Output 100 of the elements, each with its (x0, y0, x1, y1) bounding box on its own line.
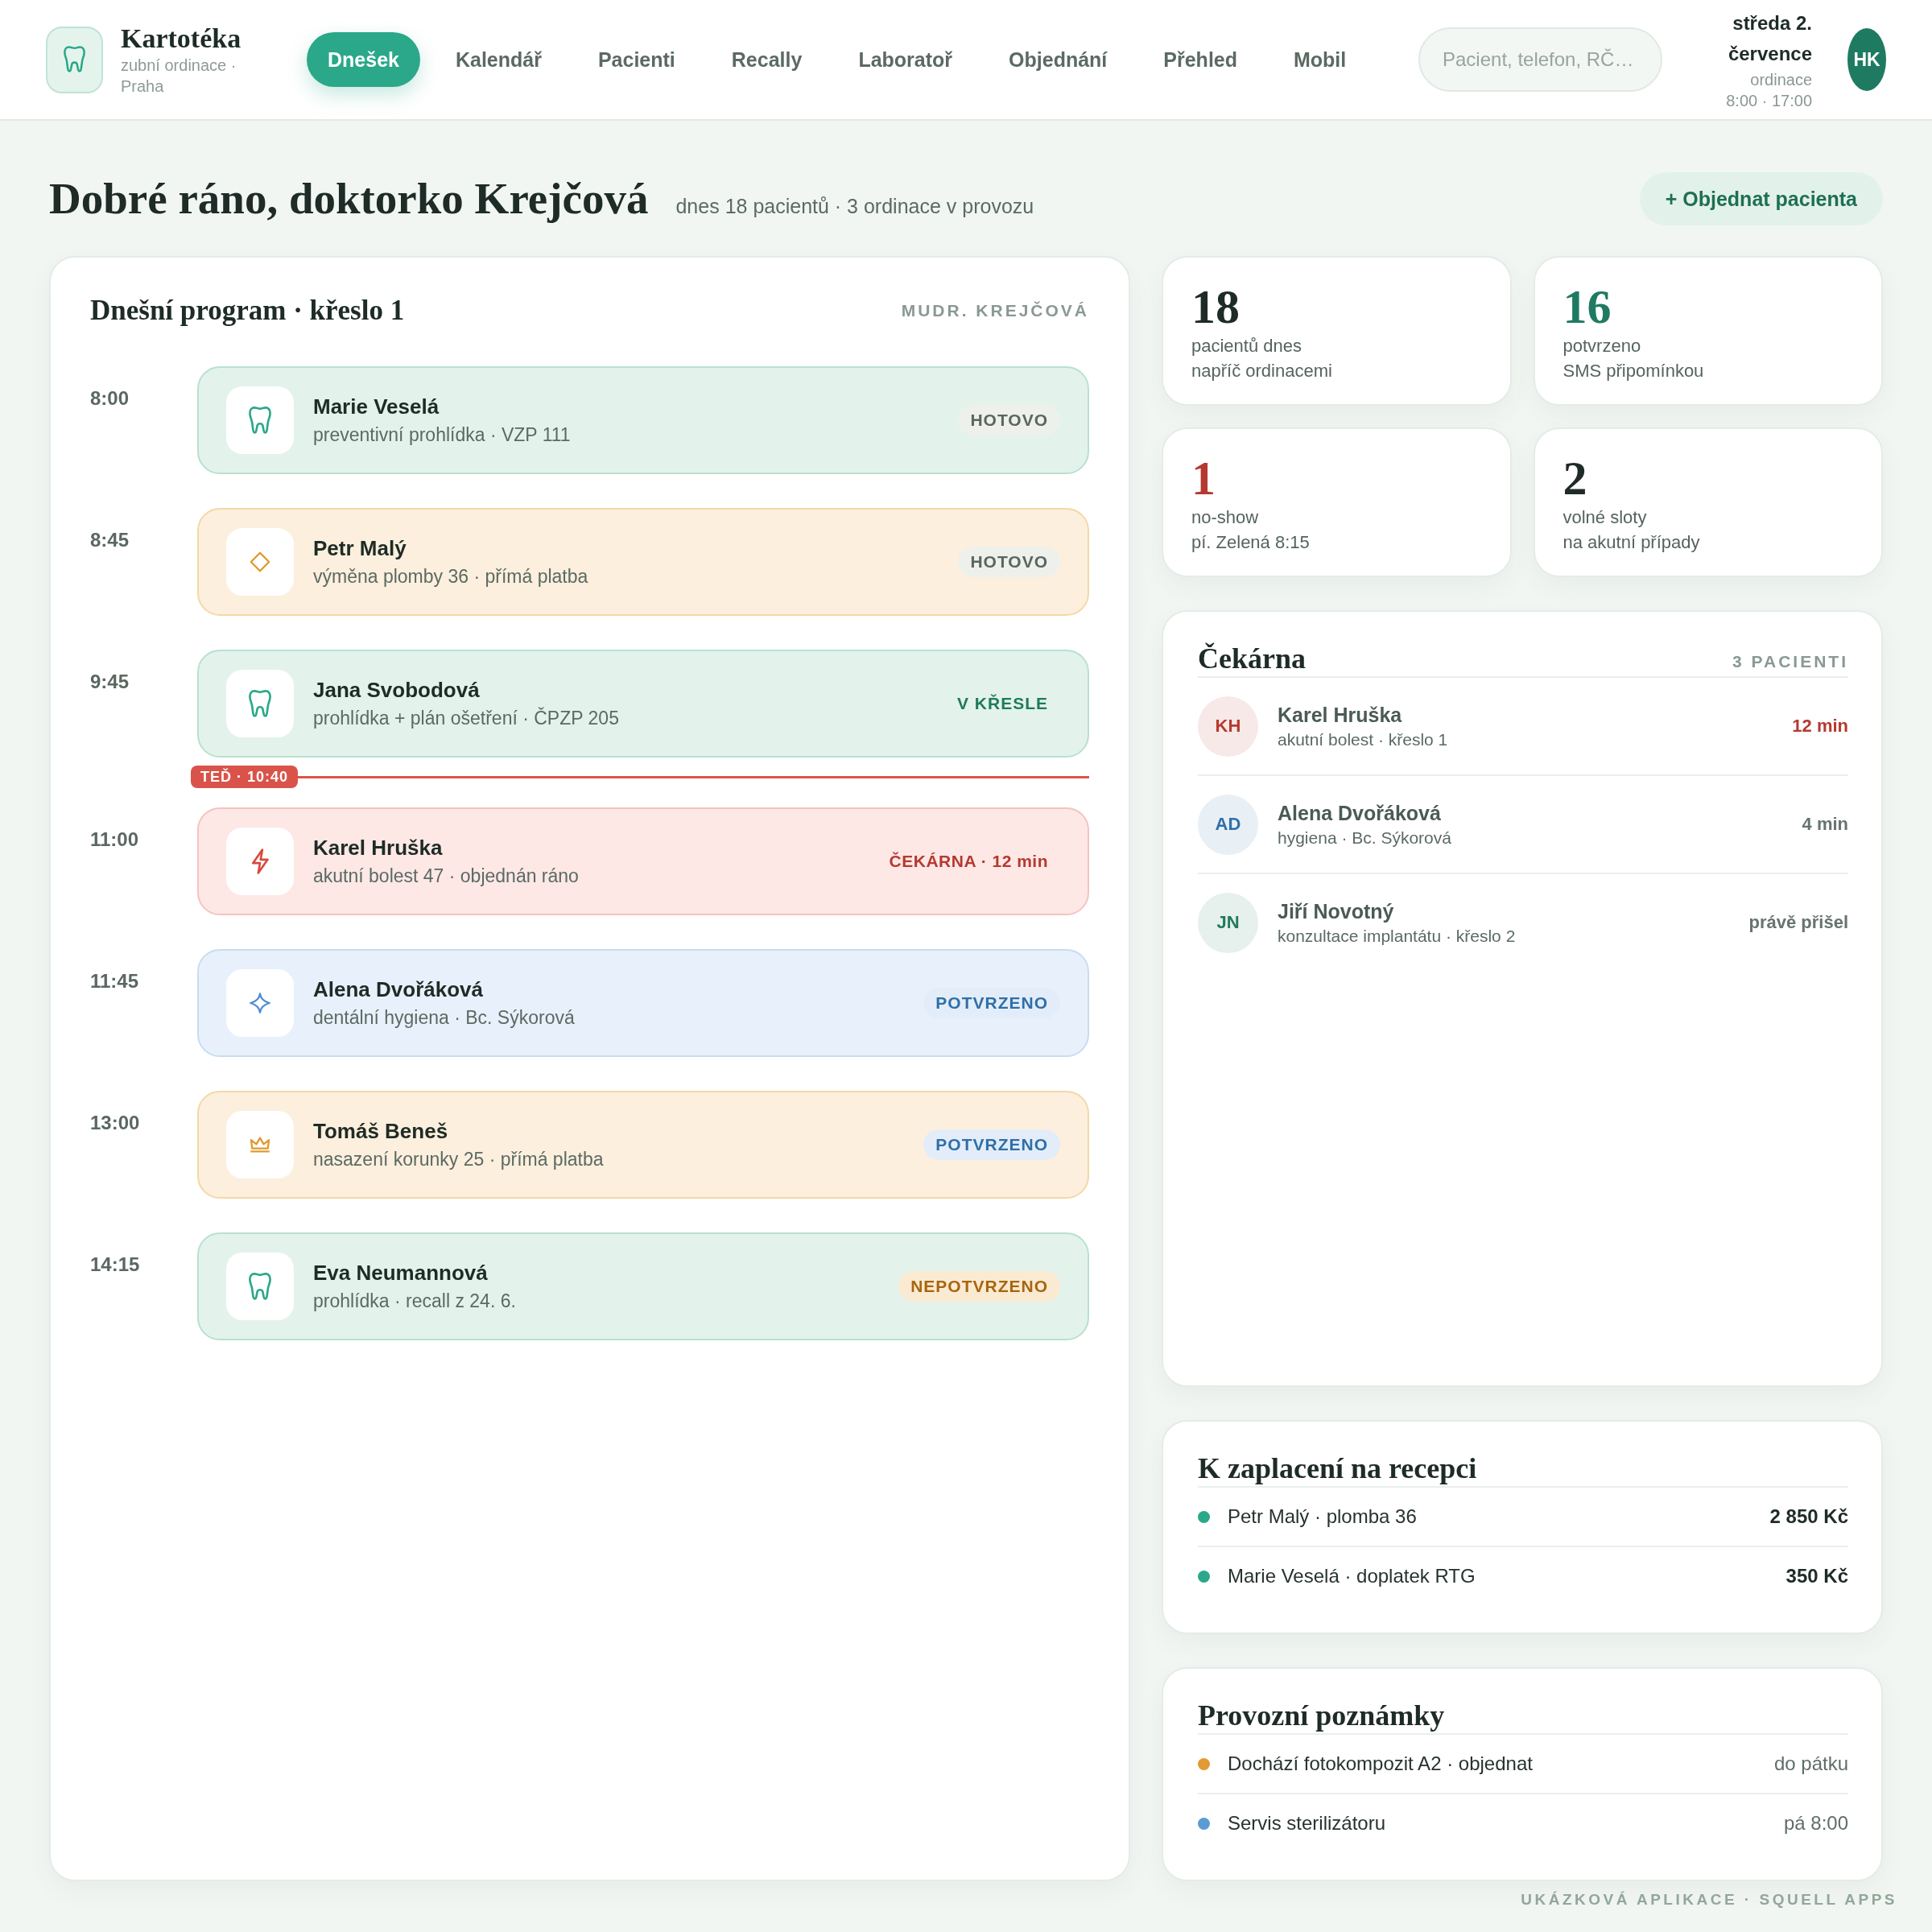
nav-tab[interactable]: Recally (710, 32, 824, 87)
patient-name: Karel Hruška (1278, 703, 1403, 728)
patient-count: 3 PACIENTI (1732, 651, 1848, 672)
patient-name: Marie Veselá (313, 394, 440, 420)
status-badge: NEPOTVRZENO (898, 1271, 1060, 1302)
tooth-icon (226, 670, 294, 737)
note-text: Dochází fotokompozit A2 · objednat (1228, 1752, 1534, 1775)
patient-avatar: JN (1198, 892, 1258, 953)
stat-number: 16 (1563, 280, 1612, 333)
opening-hours: ordinace 8:00 · 17:00 (1725, 70, 1812, 111)
visit-reason: konzultace implantátu · křeslo 2 (1278, 926, 1517, 947)
patient-avatar: AD (1198, 794, 1258, 855)
nav-tab[interactable]: Pacienti (576, 32, 696, 87)
appointment-detail: prohlídka + plán ošetření · ČPZP 205 (313, 706, 620, 730)
stat-label: pacientů dnes (1191, 335, 1302, 357)
app-subtitle: zubní ordinace · Praha (121, 56, 237, 97)
nav-tab[interactable]: Laboratoř (837, 32, 974, 87)
appointment-time: 14:15 (90, 1253, 141, 1277)
stat-label: potvrzeno (1563, 335, 1642, 357)
payment-amount: 350 Kč (1785, 1565, 1848, 1587)
status-dot-icon (1198, 1570, 1210, 1583)
status-badge: HOTOVO (958, 405, 1060, 436)
payment-item: Marie Veselá · doplatek RTG (1228, 1565, 1476, 1587)
status-badge: POTVRZENO (923, 988, 1060, 1018)
appointment-detail: akutní bolest 47 · objednán ráno (313, 865, 580, 888)
appointment-detail: preventivní prohlídka · VZP 111 (313, 423, 572, 447)
appointment-time: 8:00 (90, 386, 130, 411)
date-text: středa 2. července (1727, 11, 1812, 66)
appointment-detail: dentální hygiena · Bc. Sýkorová (313, 1006, 576, 1030)
appointment-card[interactable]: Jana Svobodová prohlídka + plán ošetření · ČPZP 205 V KŘESLE (197, 650, 1089, 758)
appointment-card[interactable]: Petr Malý výměna plomby 36 · přímá platba HOTOVO (197, 508, 1089, 616)
note-due: pá 8:00 (1783, 1812, 1848, 1835)
patient-name: Eva Neumannová (313, 1260, 489, 1286)
patient-name: Jiří Novotný (1278, 899, 1395, 924)
patient-name: Jana Svobodová (313, 677, 481, 704)
appointment-card[interactable]: Marie Veselá preventivní prohlídka · VZP 111 HOTOVO (197, 366, 1089, 474)
patient-name: Alena Dvořáková (1278, 801, 1442, 826)
patient-name: Karel Hruška (313, 835, 444, 861)
visit-reason: hygiena · Bc. Sýkorová (1278, 828, 1452, 848)
stat-number: 2 (1563, 452, 1588, 505)
wait-time: právě přišel (1748, 912, 1848, 933)
footer-credit: UKÁZKOVÁ APLIKACE · SQUELL APPS (1521, 1891, 1897, 1909)
crown-icon (226, 1111, 294, 1179)
appointment-card[interactable]: Eva Neumannová prohlídka · recall z 24. 6. NEPOTVRZENO (197, 1232, 1089, 1340)
appointment-time: 9:45 (90, 670, 130, 694)
stat-number: 1 (1191, 452, 1216, 505)
nav-tab[interactable]: Kalendář (434, 32, 563, 87)
stat-number: 18 (1191, 280, 1241, 333)
appointment-card[interactable]: Alena Dvořáková dentální hygiena · Bc. Sýkorová POTVRZENO (197, 949, 1089, 1057)
payment-amount: 2 850 Kč (1769, 1505, 1848, 1528)
patient-avatar: KH (1198, 696, 1258, 757)
sparkle-icon (226, 969, 294, 1037)
status-badge: POTVRZENO (923, 1129, 1060, 1160)
panel-title: Dnešní program · křeslo 1 (90, 294, 405, 328)
panel-title: Provozní poznámky (1198, 1699, 1445, 1733)
payment-item: Petr Malý · plomba 36 (1228, 1505, 1418, 1528)
appointment-detail: nasazení korunky 25 · přímá platba (313, 1148, 605, 1171)
nav-tab[interactable]: Přehled (1142, 32, 1258, 87)
appointment-time: 8:45 (90, 528, 130, 552)
panel-title: K zaplacení na recepci (1198, 1451, 1477, 1486)
status-label: ČEKÁRNA · 12 min (888, 851, 1049, 872)
stat-note: pí. Zelená 8:15 (1191, 531, 1311, 554)
patient-name: Tomáš Beneš (313, 1118, 449, 1145)
lightning-icon (226, 828, 294, 895)
patient-name: Alena Dvořáková (313, 976, 484, 1003)
note-due: do pátku (1773, 1752, 1848, 1775)
visit-reason: akutní bolest · křeslo 1 (1278, 729, 1449, 750)
search-field[interactable]: Pacient, telefon, RČ… (1418, 27, 1662, 92)
wait-time: 4 min (1802, 814, 1848, 835)
panel-title: Čekárna (1198, 642, 1306, 676)
user-avatar[interactable]: HK (1847, 28, 1886, 91)
day-summary: dnes 18 pacientů · 3 ordinace v provozu (675, 195, 1034, 218)
wait-time: 12 min (1792, 716, 1848, 737)
appointment-detail: výměna plomby 36 · přímá platba (313, 565, 589, 588)
stat-label: no-show (1191, 506, 1260, 529)
tooth-icon (226, 1253, 294, 1320)
appointment-time: 11:00 (90, 828, 140, 852)
appointment-time: 11:45 (90, 969, 140, 993)
current-time-label: TEĎ · 10:40 (191, 766, 299, 788)
app-title: Kartotéka (121, 23, 242, 55)
appointment-card[interactable]: Karel Hruška akutní bolest 47 · objednán ráno ČEKÁRNA · 12 min (197, 807, 1089, 915)
appointment-time: 13:00 (90, 1111, 141, 1135)
status-dot-icon (1198, 1510, 1210, 1523)
greeting-title: Dobré ráno, doktorko Krejčová (49, 173, 649, 225)
status-label: V KŘESLE (956, 693, 1049, 714)
patient-name: Petr Malý (313, 535, 407, 562)
tooth-logo-icon (46, 26, 103, 93)
nav-tab[interactable]: Dnešek (307, 32, 420, 87)
stat-note: na akutní případy (1563, 531, 1701, 554)
stat-note: napříč ordinacemi (1191, 360, 1333, 382)
appointment-detail: prohlídka · recall z 24. 6. (313, 1290, 517, 1313)
nav-tab[interactable]: Mobil (1273, 32, 1368, 87)
book-patient-button[interactable]: + Objednat pacienta (1639, 172, 1883, 225)
status-badge: HOTOVO (958, 547, 1060, 577)
nav-tab[interactable]: Objednání (988, 32, 1129, 87)
stat-note: SMS připomínkou (1563, 360, 1705, 382)
tooth-icon (226, 386, 294, 454)
appointment-card[interactable]: Tomáš Beneš nasazení korunky 25 · přímá platba POTVRZENO (197, 1091, 1089, 1199)
stat-label: volné sloty (1563, 506, 1648, 529)
note-text: Servis sterilizátoru (1228, 1812, 1387, 1835)
